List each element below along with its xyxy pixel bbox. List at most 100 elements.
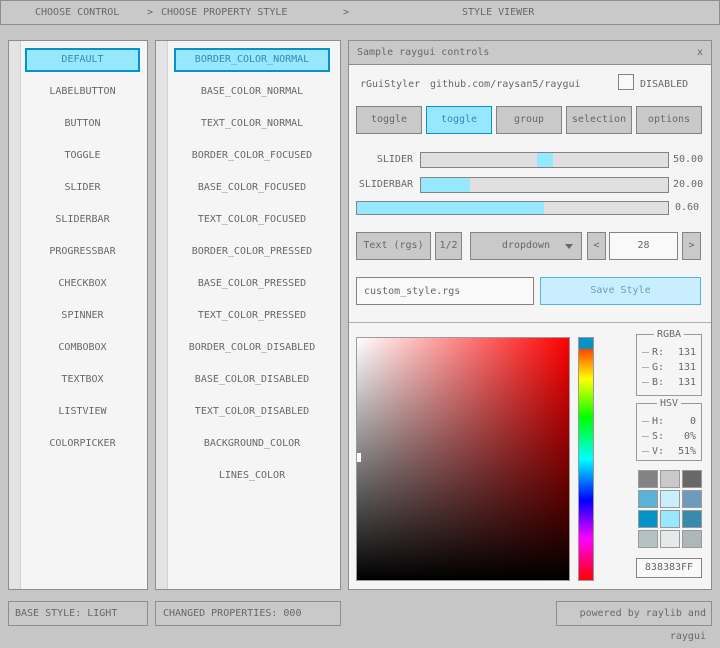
half-button[interactable]: 1/2 bbox=[435, 232, 462, 260]
app-name-label: rGuiStyler bbox=[360, 78, 420, 92]
property-list-item[interactable]: BACKGROUND_COLOR bbox=[174, 432, 330, 456]
breadcrumb-choose-control: CHOOSE CONTROL bbox=[35, 1, 119, 24]
controls-list-panel: DEFAULT LABELBUTTON BUTTON TOGGLE SLIDER… bbox=[8, 40, 148, 590]
window-title: Sample raygui controls bbox=[357, 47, 489, 58]
color-picker-panel[interactable] bbox=[356, 337, 570, 581]
line-icon bbox=[642, 421, 649, 422]
text-rgs-button[interactable]: Text (rgs) bbox=[356, 232, 431, 260]
slider[interactable] bbox=[420, 152, 669, 168]
hsv-h-label: H: bbox=[652, 416, 664, 427]
disabled-checkbox[interactable] bbox=[618, 74, 634, 90]
palette-swatch bbox=[660, 530, 680, 548]
palette-swatch bbox=[660, 510, 680, 528]
property-list-item[interactable]: BORDER_COLOR_NORMAL bbox=[174, 48, 330, 72]
controls-list-scrollbar[interactable] bbox=[9, 41, 21, 589]
disabled-checkbox-label: DISABLED bbox=[640, 78, 688, 92]
control-list-item[interactable]: BUTTON bbox=[25, 112, 140, 136]
style-viewer-window: Sample raygui controls x rGuiStyler gith… bbox=[348, 40, 712, 590]
property-list-item[interactable]: BASE_COLOR_FOCUSED bbox=[174, 176, 330, 200]
toggle-button[interactable]: options bbox=[636, 106, 702, 134]
control-list-item[interactable]: TEXTBOX bbox=[25, 368, 140, 392]
section-divider bbox=[349, 322, 711, 323]
property-list-item[interactable]: BASE_COLOR_DISABLED bbox=[174, 368, 330, 392]
property-list-item[interactable]: BORDER_COLOR_FOCUSED bbox=[174, 144, 330, 168]
control-list-item[interactable]: CHECKBOX bbox=[25, 272, 140, 296]
progress-bar-fill bbox=[357, 202, 544, 214]
rguistyler-app: CHOOSE CONTROL > CHOOSE PROPERTY STYLE >… bbox=[0, 0, 720, 640]
hue-bar[interactable] bbox=[578, 337, 594, 581]
slider-label: SLIDER bbox=[355, 153, 413, 167]
property-list-item[interactable]: TEXT_COLOR_FOCUSED bbox=[174, 208, 330, 232]
line-icon bbox=[642, 451, 649, 452]
progress-value: 0.60 bbox=[675, 201, 699, 215]
breadcrumb-separator-icon: > bbox=[343, 1, 349, 24]
property-list-item[interactable]: LINES_COLOR bbox=[174, 464, 330, 488]
control-list-item[interactable]: DEFAULT bbox=[25, 48, 140, 72]
dropdown-label: dropdown bbox=[502, 240, 550, 251]
style-color-palette bbox=[638, 470, 702, 548]
line-icon bbox=[642, 367, 649, 368]
property-list-item[interactable]: TEXT_COLOR_DISABLED bbox=[174, 400, 330, 424]
hsv-title: HSV bbox=[657, 398, 681, 409]
line-icon bbox=[642, 436, 649, 437]
control-list-item[interactable]: SLIDERBAR bbox=[25, 208, 140, 232]
control-list-item[interactable]: SLIDER bbox=[25, 176, 140, 200]
toggle-button[interactable]: toggle bbox=[356, 106, 422, 134]
slider-bar-fill bbox=[421, 178, 470, 192]
properties-list-scrollbar[interactable] bbox=[156, 41, 168, 589]
spinner-decrement-button[interactable]: < bbox=[587, 232, 606, 260]
palette-swatch bbox=[638, 510, 658, 528]
filename-input[interactable] bbox=[356, 277, 534, 305]
rgba-r-label: R: bbox=[652, 347, 664, 358]
property-list-item[interactable]: BORDER_COLOR_PRESSED bbox=[174, 240, 330, 264]
control-list-item[interactable]: SPINNER bbox=[25, 304, 140, 328]
rgba-row-b: B: 131 bbox=[637, 375, 701, 390]
spinner-increment-button[interactable]: > bbox=[682, 232, 701, 260]
hsv-row-v: V: 51% bbox=[637, 444, 701, 459]
control-list-item[interactable]: COMBOBOX bbox=[25, 336, 140, 360]
repo-link[interactable]: github.com/raysan5/raygui bbox=[430, 78, 581, 92]
slider-bar[interactable] bbox=[420, 177, 669, 193]
property-list-item[interactable]: BASE_COLOR_PRESSED bbox=[174, 272, 330, 296]
rgba-r-value: 131 bbox=[678, 347, 696, 358]
control-list-item[interactable]: PROGRESSBAR bbox=[25, 240, 140, 264]
hsv-v-value: 51% bbox=[678, 446, 696, 457]
save-style-button[interactable]: Save Style bbox=[540, 277, 701, 305]
dropdown[interactable]: dropdown bbox=[470, 232, 582, 260]
window-titlebar[interactable]: Sample raygui controls x bbox=[349, 41, 711, 65]
palette-swatch bbox=[682, 470, 702, 488]
hue-selector[interactable] bbox=[579, 338, 593, 349]
close-icon[interactable]: x bbox=[697, 41, 703, 64]
control-list-item[interactable]: COLORPICKER bbox=[25, 432, 140, 456]
rgba-b-value: 131 bbox=[678, 377, 696, 388]
palette-swatch bbox=[682, 510, 702, 528]
property-list-item[interactable]: BASE_COLOR_NORMAL bbox=[174, 80, 330, 104]
toggle-button[interactable]: selection bbox=[566, 106, 632, 134]
control-list-item[interactable]: TOGGLE bbox=[25, 144, 140, 168]
palette-swatch bbox=[660, 470, 680, 488]
breadcrumb-choose-property-style: CHOOSE PROPERTY STYLE bbox=[161, 1, 287, 24]
palette-swatch bbox=[682, 530, 702, 548]
control-list-item[interactable]: LISTVIEW bbox=[25, 400, 140, 424]
status-powered-by: powered by raylib and raygui bbox=[556, 601, 712, 626]
breadcrumb-bar: CHOOSE CONTROL > CHOOSE PROPERTY STYLE >… bbox=[0, 0, 720, 25]
spinner-value-box[interactable]: 28 bbox=[609, 232, 678, 260]
property-list-item[interactable]: TEXT_COLOR_NORMAL bbox=[174, 112, 330, 136]
palette-swatch bbox=[638, 470, 658, 488]
hsv-s-label: S: bbox=[652, 431, 664, 442]
property-list-item[interactable]: BORDER_COLOR_DISABLED bbox=[174, 336, 330, 360]
property-list-item[interactable]: TEXT_COLOR_PRESSED bbox=[174, 304, 330, 328]
rgba-row-g: G: 131 bbox=[637, 360, 701, 375]
properties-list-panel: BORDER_COLOR_NORMAL BASE_COLOR_NORMAL TE… bbox=[155, 40, 341, 590]
toggle-button[interactable]: group bbox=[496, 106, 562, 134]
line-icon bbox=[642, 382, 649, 383]
toggle-button[interactable]: toggle bbox=[426, 106, 492, 134]
color-picker-cursor[interactable] bbox=[357, 453, 361, 462]
palette-swatch bbox=[682, 490, 702, 508]
hsv-row-s: S: 0% bbox=[637, 429, 701, 444]
hsv-groupbox: HSV H: 0 S: 0% V: 51% bbox=[636, 403, 702, 461]
palette-swatch bbox=[660, 490, 680, 508]
hex-value-box[interactable]: 838383FF bbox=[636, 558, 702, 578]
slider-handle[interactable] bbox=[537, 153, 553, 167]
control-list-item[interactable]: LABELBUTTON bbox=[25, 80, 140, 104]
